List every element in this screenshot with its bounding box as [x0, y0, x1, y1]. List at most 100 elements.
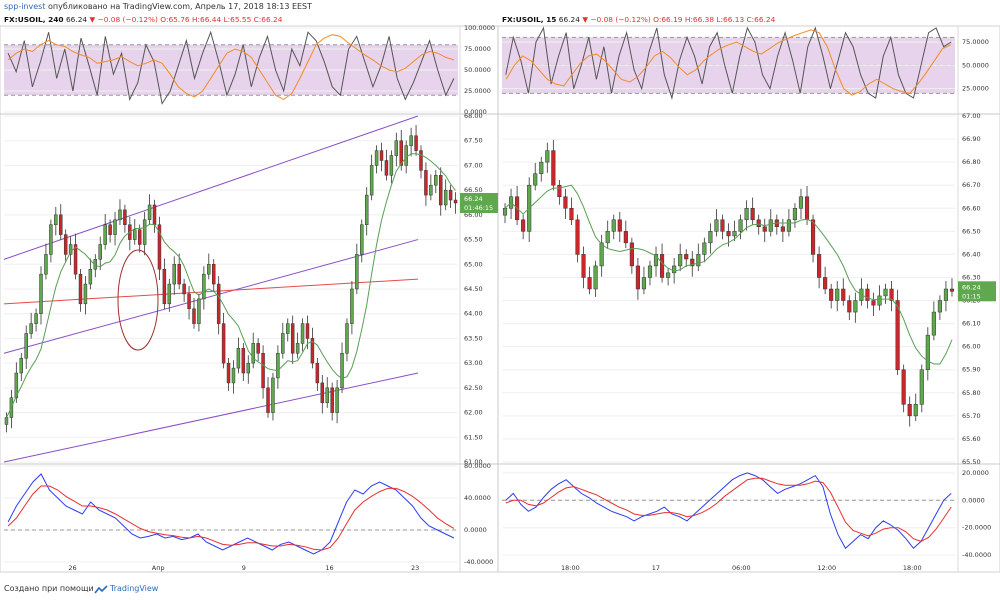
- x-tick-label: 9: [242, 564, 246, 572]
- y-tick-label: 68.00: [464, 112, 483, 120]
- candle-body: [231, 367, 236, 384]
- candle-body: [286, 323, 290, 334]
- candle-body: [187, 293, 191, 310]
- candle-body: [295, 343, 300, 354]
- candle-body: [320, 382, 325, 403]
- x-tick-label: 23: [411, 564, 419, 572]
- y-tick-label: 64.00: [464, 310, 483, 318]
- candle-body: [720, 219, 725, 232]
- candle-body: [59, 214, 63, 235]
- candle-body: [147, 204, 152, 221]
- candle-body: [19, 357, 24, 374]
- candle-body: [221, 323, 226, 364]
- candle-body: [907, 404, 912, 417]
- y-tick-label: 66.40: [962, 250, 981, 258]
- x-tick-label: 16: [325, 564, 333, 572]
- candle-body: [236, 348, 241, 369]
- candle-body: [172, 264, 176, 285]
- trend-channel-line: [3, 372, 419, 463]
- candle-body: [539, 161, 544, 174]
- x-tick-label: 18:00: [903, 564, 922, 572]
- candle-body: [276, 353, 280, 379]
- y-tick-label: 67.00: [962, 112, 981, 120]
- candle-body: [123, 209, 127, 225]
- tradingview-link[interactable]: TradingView: [110, 584, 158, 593]
- candle-body: [587, 277, 592, 290]
- candle-body: [949, 288, 955, 292]
- candle-body: [167, 283, 172, 305]
- candle-body: [545, 150, 550, 163]
- candle-body: [593, 265, 598, 290]
- candle-body: [379, 150, 384, 161]
- candle-body: [137, 229, 142, 245]
- candle-body: [678, 254, 683, 267]
- candle-body: [744, 208, 749, 221]
- y-tick-label: 50.0000: [962, 61, 989, 69]
- y-tick-label: 65.70: [962, 412, 981, 420]
- candle-body: [394, 140, 399, 156]
- y-tick-label: 25.0000: [464, 87, 491, 95]
- candle-body: [389, 155, 394, 176]
- candle-body: [780, 226, 785, 232]
- candle-body: [330, 387, 334, 413]
- candle-body: [823, 277, 828, 290]
- y-tick-label: 80.0000: [464, 462, 491, 470]
- candle-body: [817, 254, 822, 278]
- candle-body: [34, 313, 38, 324]
- candle-body: [853, 300, 858, 313]
- candle-body: [202, 273, 206, 300]
- candle-body: [732, 231, 737, 237]
- candle-body: [563, 196, 568, 209]
- candle-body: [216, 283, 221, 324]
- x-tick-label: 26: [68, 564, 76, 572]
- x-tick-label: 17: [652, 564, 660, 572]
- candle-body: [192, 308, 196, 324]
- highlight-ellipse: [117, 249, 159, 351]
- charts-canvas[interactable]: 100.0000 75.0000 50.0000 25.0000 0.0000 75.00…: [0, 0, 1000, 580]
- candle-body: [271, 377, 275, 413]
- candle-body: [414, 135, 418, 151]
- y-tick-label: 67.50: [464, 137, 483, 145]
- y-tick-label: 75.0000: [962, 38, 989, 46]
- y-tick-label: 40.0000: [464, 494, 491, 502]
- candle-body: [569, 208, 574, 221]
- candle-body: [83, 283, 88, 305]
- y-tick-label: 66.90: [962, 135, 981, 143]
- candle-body: [49, 224, 53, 255]
- y-tick-label: 65.50: [464, 236, 483, 244]
- candle-body: [226, 362, 231, 384]
- candle-body: [551, 150, 556, 186]
- candle-body: [108, 224, 112, 235]
- candle-body: [641, 277, 647, 290]
- candle-body: [409, 135, 413, 146]
- y-tick-label: 63.00: [464, 359, 483, 367]
- candle-body: [300, 323, 305, 344]
- candle-body: [29, 323, 33, 334]
- tradingview-logo-icon: [94, 585, 108, 594]
- candle-body: [63, 234, 68, 255]
- macd-series-line: [7, 485, 455, 551]
- macd-series-line: [505, 477, 952, 542]
- y-tick-label: 65.80: [962, 389, 981, 397]
- candle-body: [152, 204, 157, 225]
- candle-body: [798, 196, 804, 209]
- chart-frame: [0, 25, 1000, 573]
- candle-body: [762, 226, 767, 232]
- candle-body: [871, 300, 876, 306]
- candle-body: [98, 244, 102, 260]
- candle-body: [786, 219, 791, 232]
- y-tick-label: 65.00: [464, 260, 483, 268]
- y-tick-label: 66.10: [962, 320, 981, 328]
- x-tick-label: 18:00: [561, 564, 580, 572]
- last-price-label: 66.24: [464, 195, 483, 203]
- y-tick-label: 62.00: [464, 409, 483, 417]
- macd-series-line: [505, 472, 952, 550]
- candle-body: [684, 254, 689, 260]
- candle-body: [419, 150, 423, 171]
- candle-body: [103, 224, 107, 245]
- candle-body: [901, 369, 906, 405]
- candle-body: [177, 264, 181, 285]
- macd-series-line: [7, 473, 455, 555]
- candle-body: [925, 334, 930, 370]
- y-tick-label: 50.0000: [464, 66, 491, 74]
